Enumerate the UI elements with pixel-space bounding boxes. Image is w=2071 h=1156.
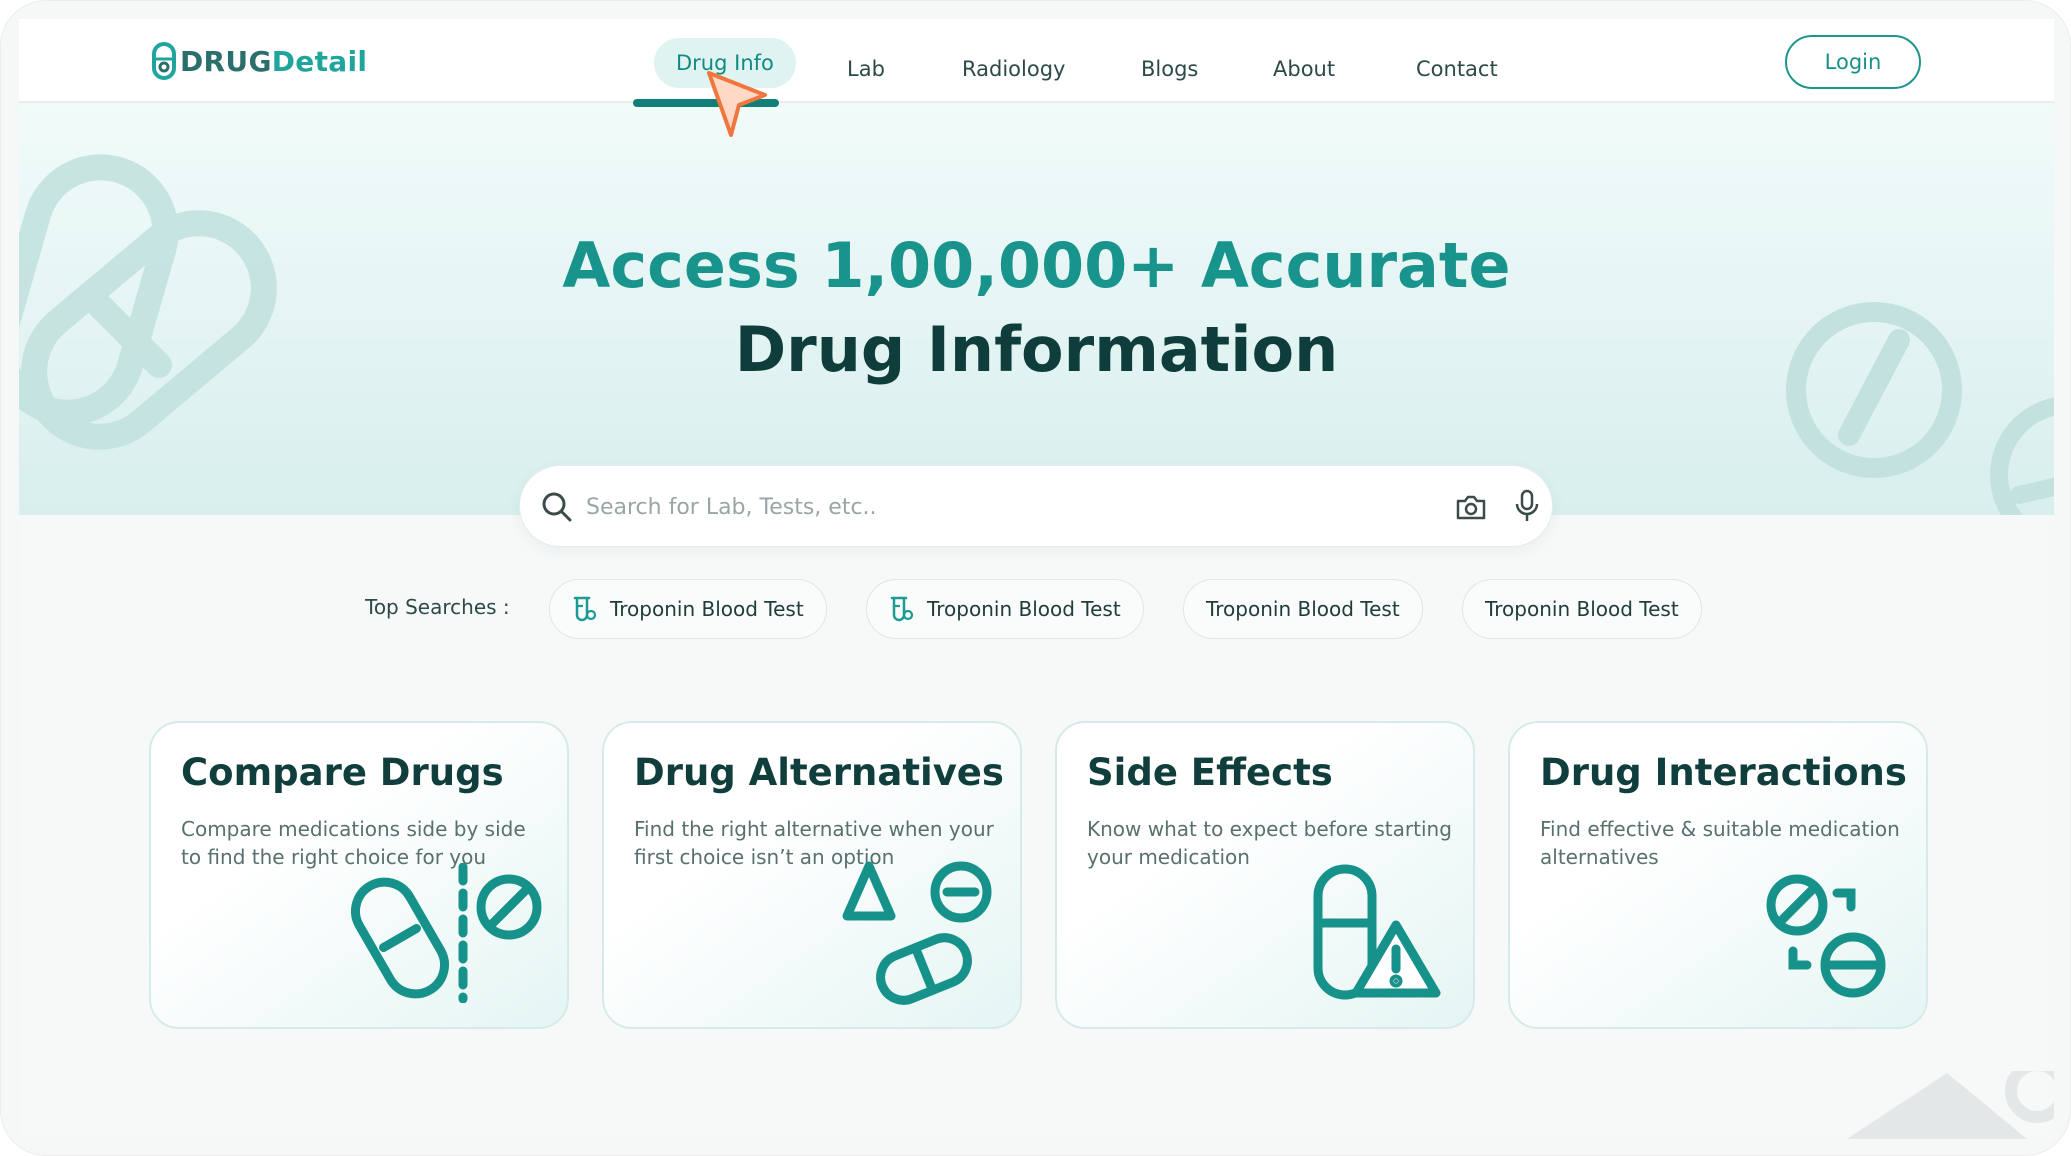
card-drug-interactions[interactable]: Drug Interactions Find effective & suita…: [1508, 721, 1928, 1029]
device-frame: Access 1,00,000+ Accurate Drug Informati…: [0, 0, 2071, 1156]
hero-title-line1: Access 1,00,000+ Accurate: [562, 229, 1511, 302]
search-bar: [519, 465, 1553, 547]
side-effect-warning-icon: [1313, 864, 1441, 1000]
mouse-cursor-icon: [707, 71, 767, 137]
chip-label: Troponin Blood Test: [927, 597, 1121, 621]
search-icon: [542, 492, 572, 522]
top-searches-label: Top Searches :: [365, 595, 510, 619]
card-drug-alternatives[interactable]: Drug Alternatives Find the right alterna…: [602, 721, 1022, 1029]
chip-label: Troponin Blood Test: [1206, 597, 1400, 621]
decorative-circle-icon: [1990, 397, 2054, 515]
camera-icon[interactable]: [1454, 492, 1488, 522]
chip-label: Troponin Blood Test: [610, 597, 804, 621]
decorative-shape-icon: [1847, 1071, 2054, 1139]
card-title: Side Effects: [1087, 751, 1333, 794]
card-description: Find effective & suitable medication alt…: [1540, 817, 1900, 869]
interaction-pills-icon: [1766, 874, 1886, 998]
top-search-chip[interactable]: Troponin Blood Test: [866, 579, 1144, 639]
microphone-icon[interactable]: [1512, 488, 1542, 524]
alternative-pills-icon: [842, 861, 992, 1005]
card-title: Drug Alternatives: [634, 751, 1004, 794]
nav-item-about[interactable]: About: [1273, 47, 1335, 91]
brand-name-part2: Detail: [271, 44, 368, 78]
brand-name-part1: DRUG: [180, 44, 272, 78]
search-input[interactable]: [586, 484, 1386, 530]
browser-viewport: Access 1,00,000+ Accurate Drug Informati…: [19, 19, 2054, 1139]
lab-flask-icon: [890, 596, 914, 622]
chip-label: Troponin Blood Test: [1485, 597, 1679, 621]
card-side-effects[interactable]: Side Effects Know what to expect before …: [1055, 721, 1475, 1029]
top-search-chip[interactable]: Troponin Blood Test: [549, 579, 827, 639]
top-search-chip[interactable]: Troponin Blood Test: [1183, 579, 1423, 639]
lab-flask-icon: [573, 596, 597, 622]
login-button[interactable]: Login: [1785, 35, 1921, 89]
card-compare-drugs[interactable]: Compare Drugs Compare medications side b…: [149, 721, 569, 1029]
nav-item-blogs[interactable]: Blogs: [1141, 47, 1198, 91]
nav-item-lab[interactable]: Lab: [847, 47, 885, 91]
compare-pills-icon: [351, 863, 542, 1003]
top-search-chip[interactable]: Troponin Blood Test: [1462, 579, 1702, 639]
nav-item-contact[interactable]: Contact: [1416, 47, 1498, 91]
nav-item-radiology[interactable]: Radiology: [962, 47, 1065, 91]
card-title: Compare Drugs: [181, 751, 504, 794]
hero-section: Access 1,00,000+ Accurate Drug Informati…: [19, 105, 2054, 515]
brand-logo[interactable]: DRUG Detail: [151, 41, 367, 81]
hero-title-line2: Drug Information: [734, 313, 1339, 386]
card-title: Drug Interactions: [1540, 751, 1907, 794]
pill-logo-icon: [152, 42, 176, 80]
top-header: DRUG Detail Drug Info Lab Radiology Blogs…: [19, 19, 2054, 103]
